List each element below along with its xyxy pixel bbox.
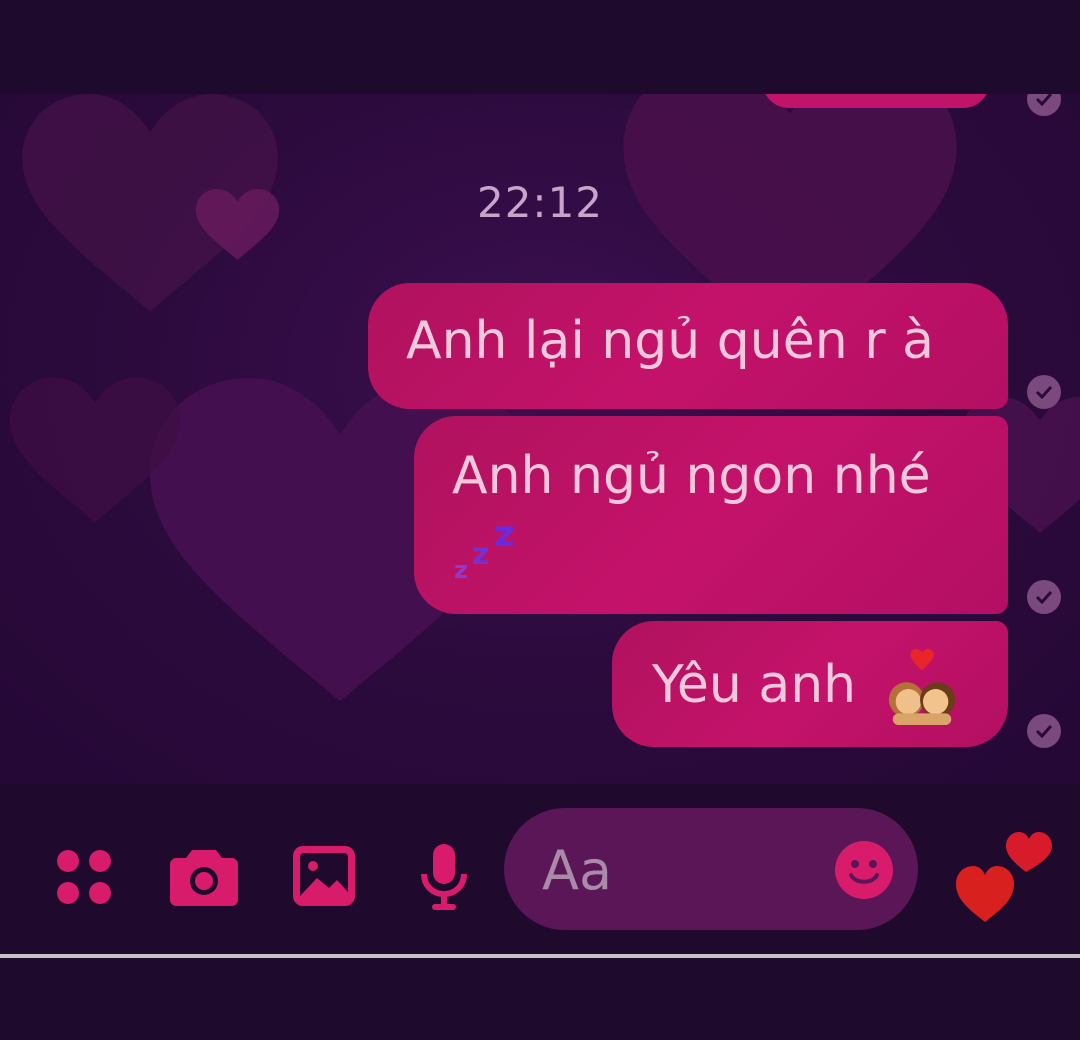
message-text: Yêu anh [652,655,857,715]
message-timestamp: 22:12 [476,178,604,227]
message-input-pill[interactable] [504,808,918,930]
message-text: Anh ngủ ngon nhé [452,446,931,506]
message-bubble[interactable]: Anh lại ngủ quên r à [368,283,1008,409]
bottom-bar [0,958,1080,1040]
read-receipt-icon [1027,375,1061,409]
message-bubble[interactable]: Anh ngủ ngon nhé z z z [414,416,1008,614]
hearts-icon[interactable] [952,826,1052,926]
svg-text:z: z [472,537,489,572]
message-text: Anh lại ngủ quên r à [406,311,934,371]
svg-text:z: z [494,516,515,555]
svg-text:z: z [454,556,468,584]
messenger-screen: 22:12 Anh lại ngủ quên r à Anh ngủ ngon … [0,0,1080,1040]
camera-icon[interactable] [170,846,238,906]
previous-message-bubble[interactable] [762,94,990,108]
message-input[interactable] [540,834,824,906]
zzz-emoji-icon: z z z [454,516,515,584]
smiley-icon[interactable] [834,840,894,900]
message-bubble[interactable]: Yêu anh [612,621,1008,747]
read-receipt-icon [1027,714,1061,748]
header-bar [0,0,1080,94]
background-heart-icon [10,377,180,522]
read-receipt-icon [1027,580,1061,614]
microphone-icon[interactable] [420,844,468,910]
chat-area[interactable]: 22:12 Anh lại ngủ quên r à Anh ngủ ngon … [0,94,1080,784]
couple-kiss-emoji-icon [888,649,955,726]
grid-menu-icon[interactable] [55,848,113,906]
image-icon[interactable] [293,846,355,906]
read-receipt-icon [1027,94,1061,116]
composer-bar [0,784,1080,954]
